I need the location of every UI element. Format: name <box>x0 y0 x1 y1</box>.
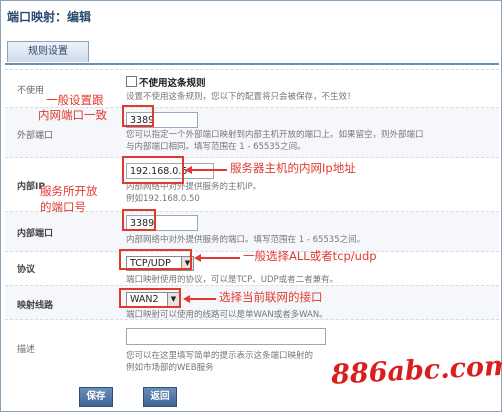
description-help-2: 例如市场部的WEB服务 <box>126 363 214 373</box>
annotation-protocol-note: 一般选择ALL或者tcp/udp <box>243 249 377 263</box>
arrow-ip <box>191 169 227 171</box>
annotation-service-port-2: 的端口号 <box>40 200 86 214</box>
annotation-port-note-1: 一般设置跟 <box>46 93 104 107</box>
tab-rule-settings[interactable]: 规则设置 <box>7 41 89 62</box>
description-label: 描述 <box>17 345 36 355</box>
protocol-label: 协议 <box>17 265 36 275</box>
external-port-help-2: 与内部端口相同。填写范围在 1 - 65535之间。 <box>126 142 306 152</box>
highlight-mapping-line <box>119 288 181 308</box>
disable-checkbox-label: 不使用这条规则 <box>139 78 206 89</box>
description-help-1: 您可以在这里填写简单的提示表示这条端口映射的 <box>126 351 314 361</box>
arrow-head-icon <box>194 254 201 262</box>
disable-help: 设置不使用这条规则，您以下的配置将只会被保存，不生效！ <box>126 92 356 102</box>
highlight-internal-ip <box>122 156 184 184</box>
back-button[interactable]: 返回 <box>143 387 177 407</box>
mapping-line-label: 映射线路 <box>17 301 54 311</box>
protocol-help: 端口映射使用的协议，可以是TCP、UDP或者二者兼有。 <box>126 275 339 285</box>
arrow-head-icon <box>185 166 192 174</box>
page-title: 端口映射：编辑 <box>7 10 92 24</box>
tab-bar: 规则设置 <box>5 37 499 65</box>
row-internal-port: 内部端口 3389 内部网络中对外提供服务的端口。填写范围在 1 - 65535… <box>5 211 499 252</box>
save-button[interactable]: 保存 <box>79 387 113 407</box>
internal-ip-help-2: 例如192.168.0.50 <box>126 194 200 204</box>
internal-port-label: 内部端口 <box>17 229 54 239</box>
annotation-port-note-2: 内网端口一致 <box>38 108 107 122</box>
annotation-line-note: 选择当前联网的接口 <box>219 290 323 304</box>
description-input[interactable] <box>126 328 326 345</box>
annotation-ip-note: 服务器主机的内网Ip地址 <box>230 161 356 175</box>
highlight-external-port <box>122 105 154 127</box>
external-port-label: 外部端口 <box>17 131 54 141</box>
disable-label: 不使用 <box>17 86 45 96</box>
highlight-protocol <box>119 249 192 270</box>
highlight-internal-port <box>122 209 156 231</box>
external-port-help-1: 您可以指定一个外部端口映射到内部主机开放的端口上。如果留空，则外部端口 <box>126 130 424 140</box>
internal-port-help: 内部网络中对外提供服务的端口。填写范围在 1 - 65535之间。 <box>126 235 366 245</box>
router-config-window: 端口映射：编辑 规则设置 不使用 不使用这条规则 设置不使用这条规则，您以下的配… <box>0 0 502 412</box>
arrow-line <box>189 298 216 300</box>
annotation-service-port-1: 服务所开放 <box>40 184 98 198</box>
disable-checkbox[interactable] <box>126 76 137 87</box>
arrow-protocol <box>200 257 240 259</box>
arrow-head-icon <box>183 295 190 303</box>
